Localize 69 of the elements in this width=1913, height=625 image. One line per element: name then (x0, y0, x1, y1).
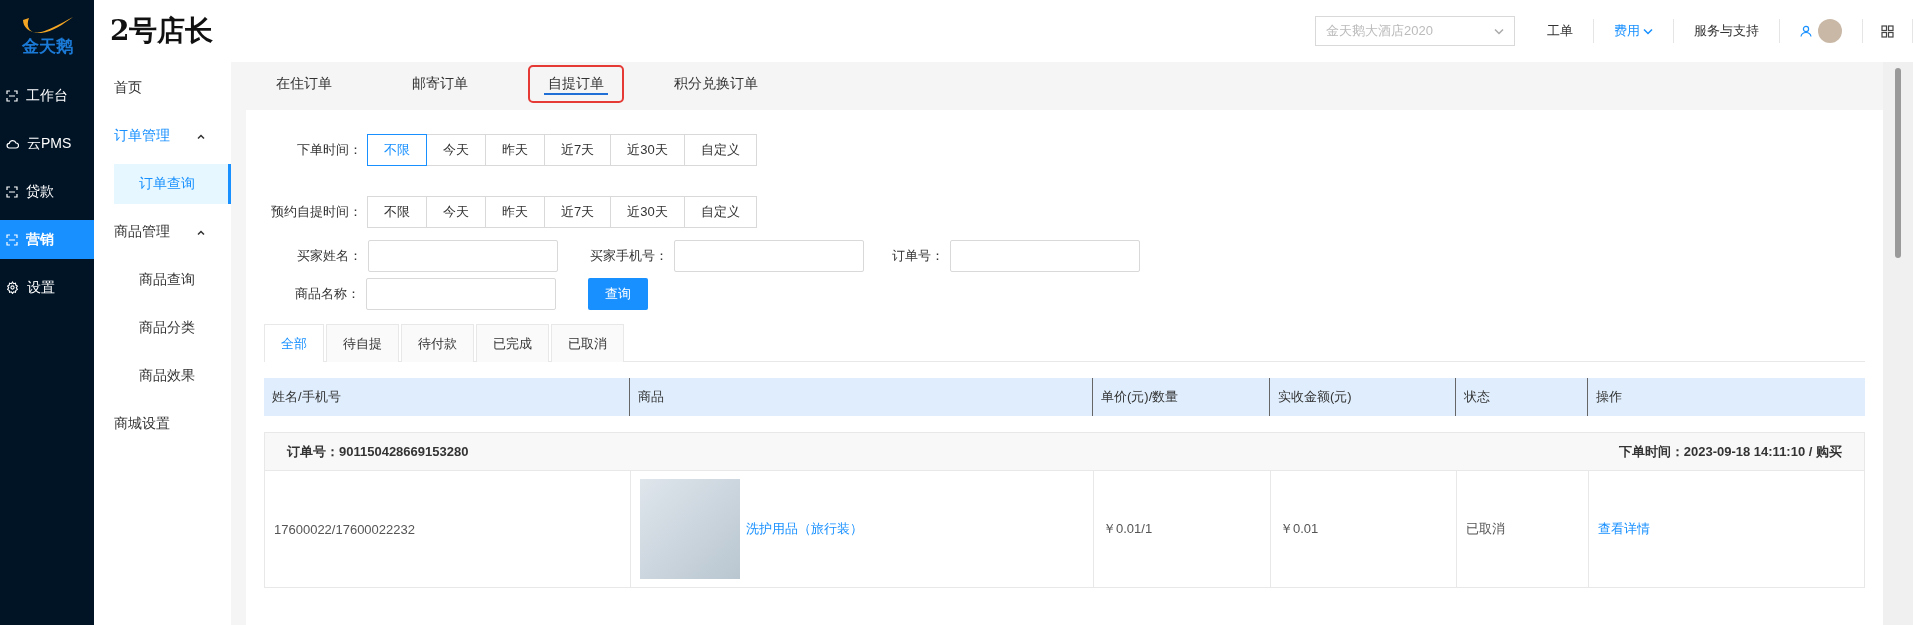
filter-option[interactable]: 不限 (367, 196, 427, 228)
filter-option[interactable]: 自定义 (683, 134, 757, 166)
submenu-item[interactable]: 首页 (94, 68, 231, 108)
table-cell: 已取消 (1466, 520, 1505, 538)
filter-option[interactable]: 近30天 (610, 196, 685, 228)
status-tab[interactable]: 已取消 (551, 324, 624, 362)
settings-icon (6, 281, 19, 294)
top-link[interactable]: 工单 (1527, 19, 1594, 43)
status-tab[interactable]: 待自提 (326, 324, 399, 362)
order-tab[interactable]: 自提订单 (528, 65, 624, 103)
column-header: 实收金额(元) (1278, 388, 1352, 406)
filter-option[interactable]: 近7天 (544, 196, 612, 228)
nav-item[interactable]: 工作台 (0, 76, 94, 115)
order-number: 订单号：901150428669153280 (287, 442, 469, 461)
order-tab[interactable]: 在住订单 (256, 65, 352, 103)
filter-option[interactable]: 近7天 (544, 134, 612, 166)
filter-option[interactable]: 今天 (426, 134, 486, 166)
status-tab[interactable]: 待付款 (401, 324, 474, 362)
user-icon[interactable] (1800, 25, 1812, 37)
app-title: 2号店长 (110, 13, 214, 49)
nav-item[interactable]: 云PMS (0, 124, 94, 163)
frame-icon (6, 233, 18, 246)
caret-up-icon (196, 132, 206, 140)
submenu-item[interactable]: 商品分类 (94, 308, 231, 348)
input-field[interactable] (674, 240, 864, 272)
field-label: 买家姓名： (296, 247, 363, 265)
column-header: 操作 (1596, 388, 1622, 406)
cloud-icon (6, 138, 19, 149)
filter-option[interactable]: 昨天 (485, 196, 545, 228)
table-cell: ￥0.01 (1280, 520, 1319, 538)
input-field[interactable] (950, 240, 1140, 272)
top-link[interactable]: 服务与支持 (1674, 19, 1780, 43)
menu-group[interactable]: 商品管理 (94, 212, 231, 252)
chevron-down-icon (1643, 27, 1653, 35)
filter-option[interactable]: 近30天 (610, 134, 685, 166)
filter-label: 下单时间： (296, 141, 363, 159)
input-field[interactable] (368, 240, 558, 272)
nav-item[interactable]: 贷款 (0, 172, 94, 211)
column-header: 姓名/手机号 (272, 388, 341, 406)
submenu-item[interactable]: 商品查询 (94, 260, 231, 300)
caret-up-icon (196, 228, 206, 236)
grid-icon[interactable] (1881, 24, 1894, 38)
order-time: 下单时间：2023-09-18 14:11:10 / 购买 (1618, 442, 1842, 461)
filter-option[interactable]: 昨天 (485, 134, 545, 166)
column-header: 商品 (638, 388, 664, 406)
column-header: 单价(元)/数量 (1101, 388, 1179, 406)
order-tab[interactable]: 邮寄订单 (392, 65, 488, 103)
filter-option[interactable]: 今天 (426, 196, 486, 228)
chevron-down-icon (1494, 27, 1504, 35)
nav-item[interactable]: 设置 (0, 268, 94, 307)
frame-icon (6, 185, 18, 198)
input-field[interactable] (366, 278, 556, 310)
table-cell: ￥0.01/1 (1103, 520, 1153, 538)
column-header: 状态 (1464, 388, 1490, 406)
logo-text: 金天鹅 (21, 38, 73, 56)
scrollbar-thumb[interactable] (1895, 68, 1901, 258)
avatar[interactable] (1818, 19, 1842, 43)
frame-icon (6, 89, 18, 102)
field-label: 买家手机号： (589, 247, 669, 265)
field-label: 订单号： (891, 247, 945, 265)
submenu-item[interactable]: 商城设置 (94, 404, 231, 444)
field-label: 商品名称： (294, 285, 361, 303)
filter-option[interactable]: 自定义 (683, 196, 757, 228)
order-tab[interactable]: 积分兑换订单 (654, 65, 778, 103)
table-cell: 17600022/17600022232 (274, 521, 415, 537)
tab-underline (544, 93, 608, 95)
submenu-item[interactable]: 商品效果 (94, 356, 231, 396)
status-tab[interactable]: 已完成 (476, 324, 549, 362)
filter-label: 预约自提时间： (270, 203, 363, 221)
